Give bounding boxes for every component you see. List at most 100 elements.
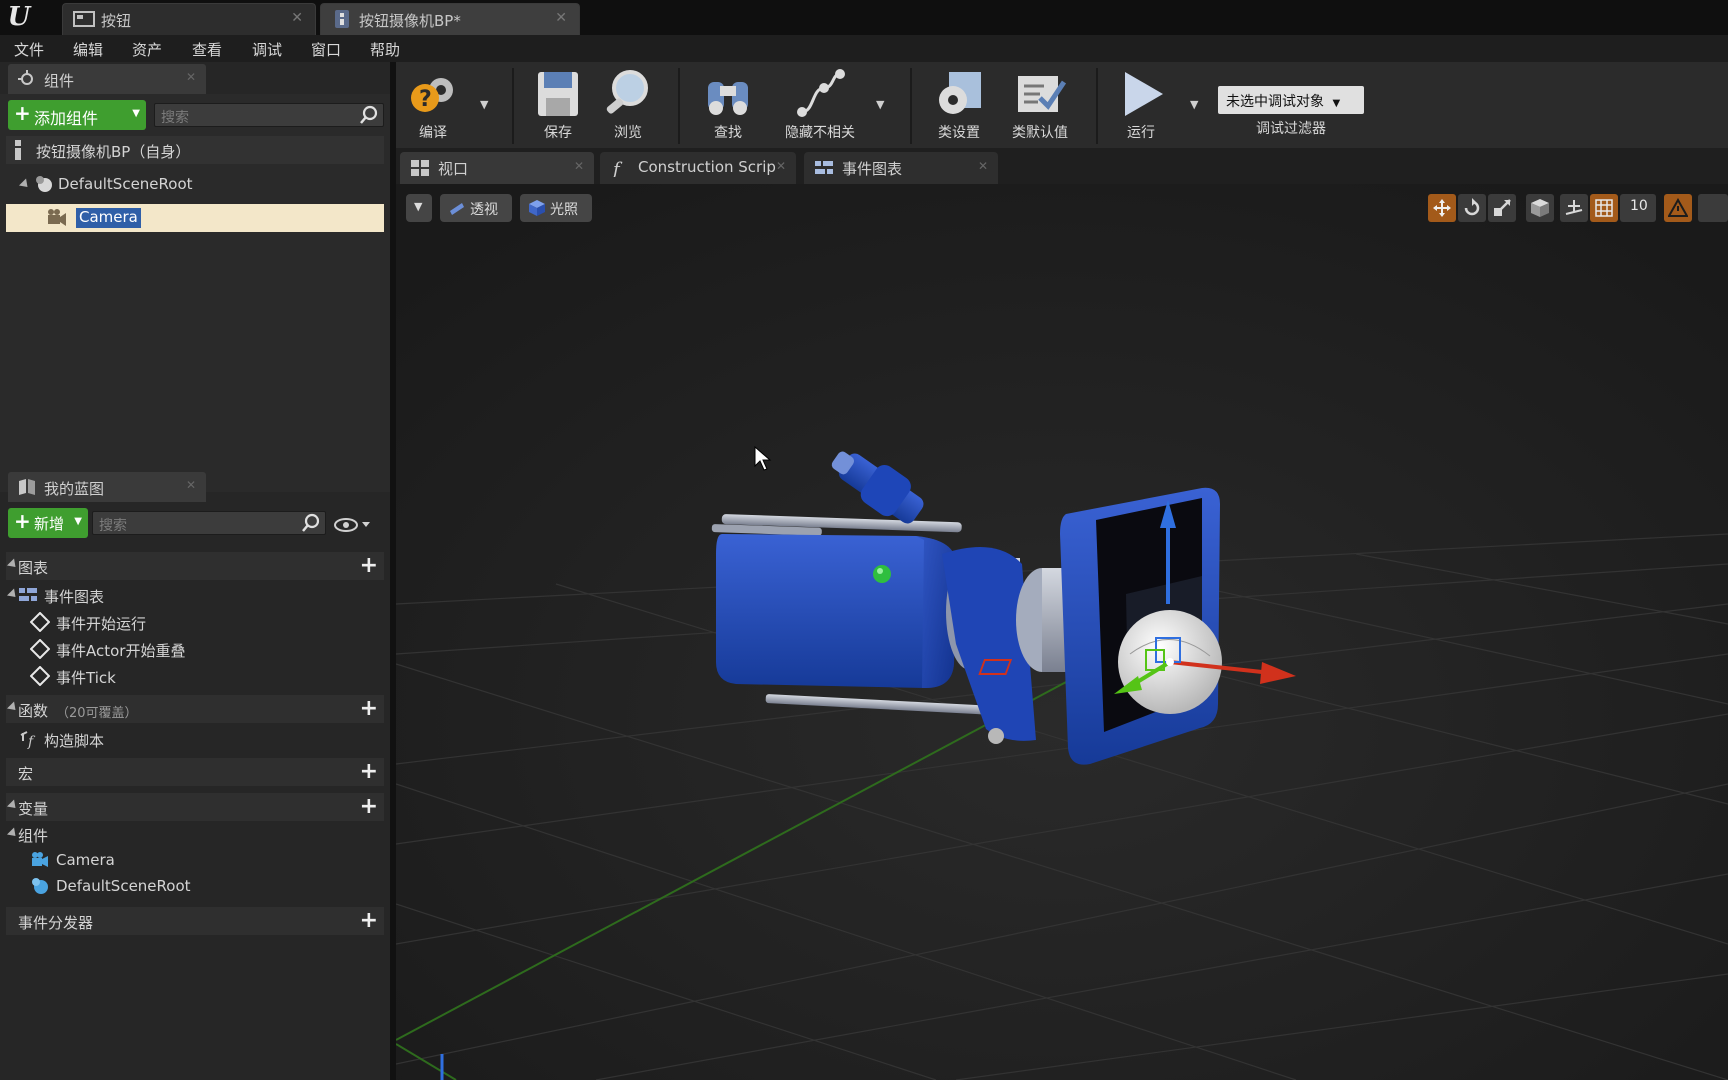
toolbar-separator — [910, 68, 912, 144]
debug-filter-label: 调试过滤器 — [1256, 121, 1326, 137]
document-tab-blueprint[interactable]: 按钮摄像机BP* ✕ — [320, 3, 580, 35]
viewport[interactable]: ▼ 透视 光照 10 — [396, 184, 1728, 1080]
close-icon[interactable]: ✕ — [555, 10, 567, 26]
grid-icon — [1595, 199, 1613, 217]
expand-arrow-icon[interactable] — [18, 178, 32, 191]
rotate-icon — [1464, 198, 1480, 216]
component-search-input[interactable]: 搜索 — [154, 103, 384, 127]
menu-view[interactable]: 查看 — [192, 39, 222, 60]
add-function-button[interactable]: + — [360, 696, 378, 721]
menu-edit[interactable]: 编辑 — [73, 39, 103, 60]
save-button[interactable]: 保存 — [526, 62, 590, 148]
tab-construction-script[interactable]: f Construction Scrip ✕ — [600, 152, 796, 184]
play-button[interactable]: 运行 — [1106, 62, 1176, 148]
close-icon[interactable]: ✕ — [776, 159, 786, 173]
event-item[interactable]: 事件Actor开始重叠 — [6, 636, 384, 662]
viewport-options-button[interactable]: ▼ — [406, 194, 432, 222]
components-panel-tab[interactable]: 组件 ✕ — [8, 64, 206, 94]
add-event-dispatcher-button[interactable]: + — [360, 908, 378, 933]
scene-root-icon — [36, 176, 52, 192]
menu-asset[interactable]: 资产 — [132, 39, 162, 60]
blueprint-search-input[interactable]: 搜索 — [92, 511, 326, 535]
tab-viewport[interactable]: 视口 ✕ — [400, 152, 594, 184]
document-tab-label: 按钮摄像机BP* — [359, 12, 461, 30]
event-dispatchers-section[interactable]: 事件分发器 + — [6, 907, 384, 935]
my-blueprint-panel-title: 我的蓝图 — [44, 480, 105, 498]
hide-unrelated-label: 隐藏不相关 — [785, 125, 855, 141]
add-component-button[interactable]: + 添加组件 ▼ — [8, 100, 146, 130]
event-graph-item[interactable]: 事件图表 — [6, 582, 384, 608]
find-button[interactable]: 查找 — [692, 62, 764, 148]
view-options-eye-icon[interactable] — [334, 516, 374, 534]
menu-debug[interactable]: 调试 — [252, 39, 282, 60]
menu-window[interactable]: 窗口 — [311, 39, 341, 60]
class-defaults-checklist-icon — [1018, 76, 1066, 112]
add-graph-button[interactable]: + — [360, 553, 378, 578]
macros-section[interactable]: 宏 + — [6, 758, 384, 786]
tab-label: 事件图表 — [842, 160, 903, 178]
menu-help[interactable]: 帮助 — [370, 39, 400, 60]
compile-label: 编译 — [419, 125, 447, 141]
variable-item-defaultsceneroot[interactable]: DefaultSceneRoot — [6, 873, 384, 899]
tree-item-camera[interactable]: Camera — [6, 204, 384, 232]
functions-section-label: 函数 — [18, 702, 49, 720]
close-icon[interactable]: ✕ — [574, 159, 584, 173]
grid-snap-value: 10 — [1630, 198, 1648, 214]
self-row[interactable]: 按钮摄像机BP（自身） — [6, 136, 384, 164]
grid-snap-value-dropdown[interactable]: 10 — [1620, 194, 1656, 222]
variables-section[interactable]: 变量 + — [6, 793, 384, 821]
viewport-more-button[interactable] — [1698, 194, 1728, 222]
browse-button[interactable]: 浏览 — [596, 62, 660, 148]
translate-mode-button[interactable] — [1428, 194, 1456, 222]
menu-file[interactable]: 文件 — [14, 39, 44, 60]
variable-item-camera[interactable]: Camera — [6, 847, 384, 873]
close-icon[interactable]: ✕ — [186, 478, 196, 492]
event-item[interactable]: 事件开始运行 — [6, 609, 384, 635]
add-macro-button[interactable]: + — [360, 759, 378, 784]
ue-blueprint-editor: U 按钮 ✕ 按钮摄像机BP* ✕ 文件 编辑 资产 查看 调试 窗口 帮助 组… — [0, 0, 1728, 1080]
my-blueprint-panel-tab[interactable]: 我的蓝图 ✕ — [8, 472, 206, 502]
components-category[interactable]: 组件 — [6, 821, 384, 847]
add-variable-button[interactable]: + — [360, 794, 378, 819]
rotate-mode-button[interactable] — [1458, 194, 1486, 222]
event-label: 事件Actor开始重叠 — [56, 642, 186, 660]
event-item[interactable]: 事件Tick — [6, 663, 384, 689]
tree-item-defaultsceneroot[interactable]: DefaultSceneRoot — [6, 170, 384, 198]
construction-script-item[interactable]: f 构造脚本 — [6, 726, 384, 752]
view-mode-lit-button[interactable]: 光照 — [520, 194, 592, 222]
compile-options-chevron-icon[interactable]: ▼ — [480, 98, 488, 111]
class-settings-gear-icon — [939, 72, 981, 114]
perspective-button[interactable]: 透视 — [440, 194, 512, 222]
scale-mode-button[interactable] — [1488, 194, 1516, 222]
coordinate-system-button[interactable] — [1526, 194, 1554, 222]
class-defaults-button[interactable]: 类默认值 — [1002, 62, 1078, 148]
close-icon[interactable]: ✕ — [978, 159, 988, 173]
blueprint-icon — [15, 140, 21, 160]
document-tab-level[interactable]: 按钮 ✕ — [62, 3, 316, 35]
debug-object-dropdown[interactable]: 未选中调试对象 ▼ — [1218, 86, 1364, 114]
tab-event-graph[interactable]: 事件图表 ✕ — [804, 152, 998, 184]
grid-snap-toggle[interactable] — [1590, 194, 1618, 222]
tab-label: 视口 — [438, 160, 469, 178]
play-options-chevron-icon[interactable]: ▼ — [1190, 98, 1198, 111]
add-new-button[interactable]: + 新增 ▼ — [8, 508, 88, 538]
unreal-logo-icon[interactable]: U — [4, 2, 34, 32]
hide-unrelated-button[interactable]: 隐藏不相关 — [770, 62, 870, 148]
camera-speed-warning-button[interactable] — [1664, 194, 1692, 222]
add-new-label: 新增 — [34, 515, 65, 533]
compile-button[interactable]: ? 编译 — [396, 62, 470, 148]
functions-section[interactable]: 函数 （20可覆盖） + — [6, 695, 384, 723]
find-label: 查找 — [714, 125, 742, 141]
close-icon[interactable]: ✕ — [186, 70, 196, 84]
search-placeholder: 搜索 — [161, 110, 189, 126]
hide-unrelated-options-chevron-icon[interactable]: ▼ — [876, 98, 884, 111]
variables-section-label: 变量 — [18, 800, 49, 818]
class-settings-button[interactable]: 类设置 — [924, 62, 994, 148]
graphs-section[interactable]: 图表 + — [6, 552, 384, 580]
menu-bar: 文件 编辑 资产 查看 调试 窗口 帮助 — [0, 35, 1728, 62]
close-icon[interactable]: ✕ — [291, 10, 303, 26]
class-defaults-label: 类默认值 — [1012, 125, 1068, 141]
blueprint-icon — [335, 10, 349, 28]
event-diamond-icon — [30, 639, 50, 659]
surface-snapping-button[interactable] — [1560, 194, 1588, 222]
